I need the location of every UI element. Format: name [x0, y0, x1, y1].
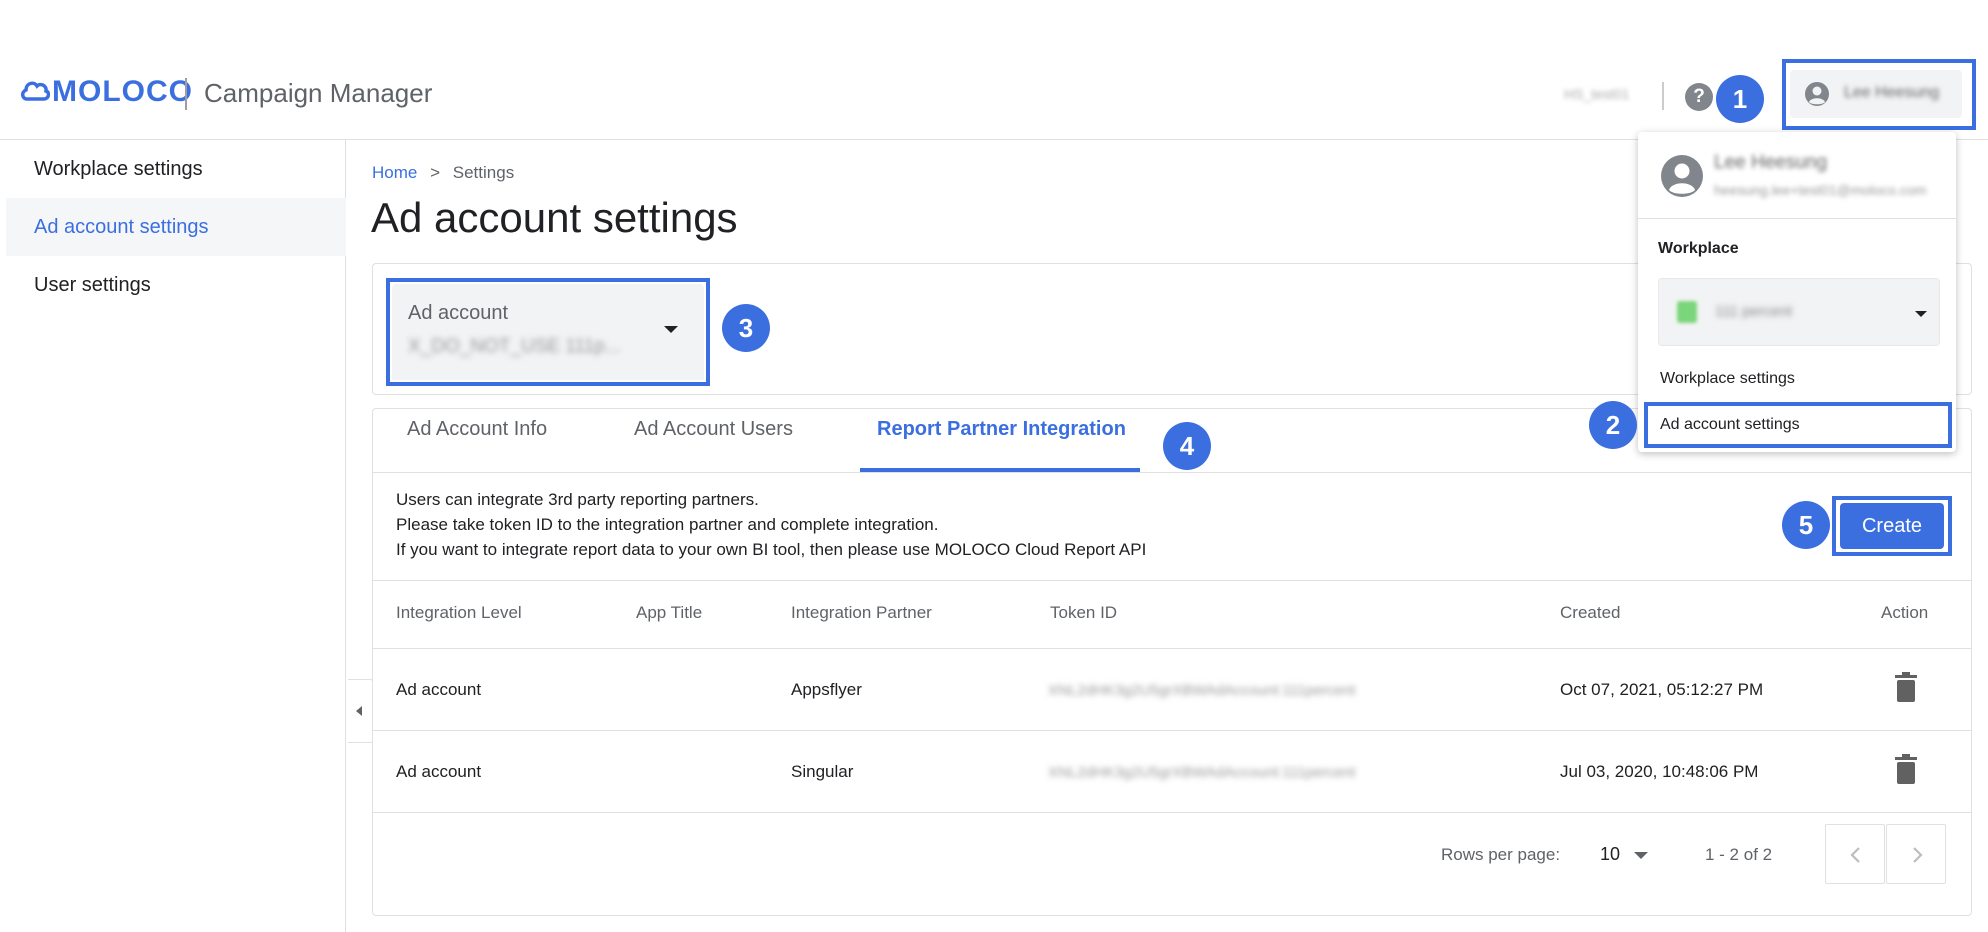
- workplace-label: Workplace: [1658, 240, 1739, 257]
- table-bottom-divider: [372, 812, 1972, 813]
- menu-divider: [1638, 218, 1956, 219]
- settings-sidebar: Workplace settings Ad account settings U…: [6, 140, 346, 932]
- rows-per-page-value: 10: [1600, 844, 1621, 864]
- header-separator: [1662, 82, 1664, 110]
- breadcrumb: Home > Settings: [372, 163, 514, 183]
- info-text-line: If you want to integrate report data to …: [396, 540, 1147, 559]
- step-badge-5: 5: [1782, 501, 1830, 549]
- sidebar-item-user-settings[interactable]: User settings: [6, 256, 346, 314]
- page-title: Ad account settings: [371, 194, 738, 241]
- table-header-divider: [372, 648, 1972, 649]
- column-header-integration-level: Integration Level: [396, 603, 522, 622]
- table-row-divider: [372, 730, 1972, 731]
- ad-account-select-value: X_DO_NOT_USE 111p...: [408, 336, 621, 357]
- step-badge-2: 2: [1589, 401, 1637, 449]
- trash-icon[interactable]: [1895, 672, 1917, 702]
- cell-created: Oct 07, 2021, 05:12:27 PM: [1560, 680, 1764, 699]
- ad-account-select-label: Ad account: [408, 302, 509, 324]
- tabs-divider: [372, 472, 1972, 473]
- chevron-down-icon: [1915, 311, 1927, 317]
- app-header: MOLOCO Campaign Manager HS_test01 ? Lee …: [0, 56, 1988, 140]
- user-account-button[interactable]: Lee Heesung: [1790, 70, 1962, 118]
- cell-token-id: XNL2dHK3g2U5grXBWAdAccount:111percent: [1048, 764, 1356, 781]
- cell-integration-level: Ad account: [396, 762, 482, 781]
- chevron-down-icon: [1634, 852, 1648, 859]
- app-name: Campaign Manager: [204, 78, 433, 108]
- collapse-left-icon: [356, 706, 362, 716]
- pagination-range: 1 - 2 of 2: [1705, 845, 1773, 864]
- create-button[interactable]: Create: [1840, 503, 1944, 549]
- column-header-token-id: Token ID: [1050, 603, 1118, 622]
- account-circle-icon: [1805, 82, 1829, 106]
- cloud-logo-icon: [21, 81, 50, 101]
- breadcrumb-separator: >: [430, 163, 441, 182]
- breadcrumb-current: Settings: [452, 163, 515, 182]
- tab-ad-account-users[interactable]: Ad Account Users: [634, 418, 793, 441]
- column-header-action: Action: [1881, 603, 1929, 622]
- step-badge-3: 3: [722, 304, 770, 352]
- column-header-created: Created: [1560, 603, 1621, 622]
- sidebar-item-workplace-settings[interactable]: Workplace settings: [6, 140, 346, 198]
- tab-report-partner-integration[interactable]: Report Partner Integration: [877, 418, 1126, 441]
- moloco-logo[interactable]: MOLOCO: [20, 72, 193, 112]
- column-header-app-title: App Title: [636, 603, 703, 622]
- menu-item-ad-account-settings[interactable]: Ad account settings: [1660, 416, 1800, 434]
- account-circle-icon: [1661, 155, 1703, 197]
- sidebar-collapse-toggle[interactable]: [348, 679, 374, 743]
- chevron-right-icon: [1913, 847, 1923, 863]
- tab-ad-account-info[interactable]: Ad Account Info: [407, 418, 547, 441]
- cell-integration-level: Ad account: [396, 680, 482, 699]
- logo-text: MOLOCO: [52, 75, 193, 108]
- step-badge-1: 1: [1716, 75, 1764, 123]
- workplace-select[interactable]: 111 percent: [1658, 278, 1940, 346]
- user-name: Lee Heesung: [1844, 84, 1940, 101]
- cell-integration-partner: Appsflyer: [791, 680, 862, 699]
- step-badge-4: 4: [1163, 422, 1211, 470]
- content-card: [372, 408, 1972, 916]
- sidebar-item-ad-account-settings[interactable]: Ad account settings: [6, 198, 346, 256]
- cell-token-id: XNL2dHK3g2U5grXBWAdAccount:111percent: [1048, 682, 1356, 699]
- menu-user-name: Lee Heesung: [1714, 152, 1828, 173]
- ad-account-select[interactable]: Ad account X_DO_NOT_USE 111p...: [392, 284, 704, 380]
- table-top-divider: [372, 580, 1972, 581]
- help-icon[interactable]: ?: [1685, 83, 1713, 111]
- workplace-select-value: 111 percent: [1715, 303, 1792, 320]
- cell-created: Jul 03, 2020, 10:48:06 PM: [1560, 762, 1759, 781]
- breadcrumb-home-link[interactable]: Home: [372, 163, 417, 182]
- header-divider: [185, 78, 187, 110]
- column-header-integration-partner: Integration Partner: [791, 603, 932, 622]
- current-workplace-name: HS_test01: [1564, 86, 1630, 102]
- info-text-line: Please take token ID to the integration …: [396, 515, 939, 534]
- workplace-icon: [1677, 301, 1697, 323]
- previous-page-button[interactable]: [1825, 824, 1885, 884]
- cell-integration-partner: Singular: [791, 762, 854, 781]
- trash-icon[interactable]: [1895, 754, 1917, 784]
- info-text-line: Users can integrate 3rd party reporting …: [396, 490, 759, 509]
- chevron-left-icon: [1850, 847, 1860, 863]
- menu-item-workplace-settings[interactable]: Workplace settings: [1660, 370, 1795, 388]
- menu-user-email: heesung.lee+test01@moloco.com: [1714, 182, 1927, 198]
- next-page-button[interactable]: [1886, 824, 1946, 884]
- rows-per-page-label: Rows per page:: [1441, 845, 1561, 864]
- chevron-down-icon: [664, 326, 678, 333]
